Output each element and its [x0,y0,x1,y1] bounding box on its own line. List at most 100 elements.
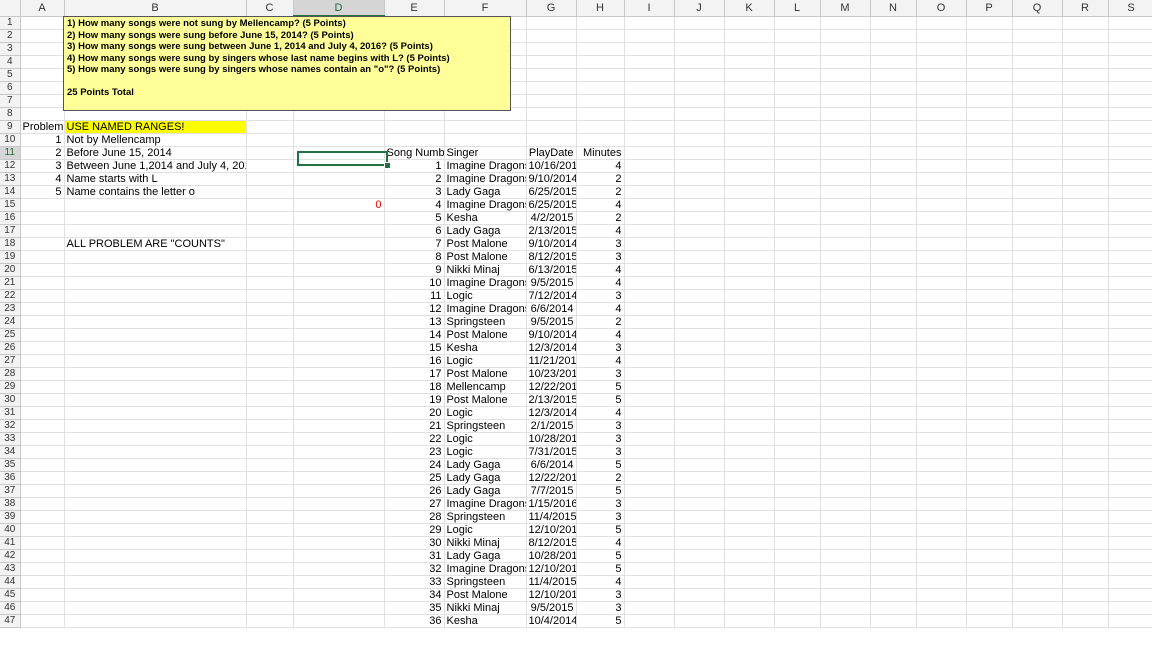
cell[interactable] [674,146,725,160]
column-header-f[interactable]: F [444,0,527,17]
cell[interactable] [916,263,967,277]
cell[interactable] [1062,471,1109,485]
cell[interactable] [966,445,1013,459]
play-date[interactable]: 12/3/2014 [526,341,577,355]
minutes[interactable]: 3 [576,237,625,251]
cell[interactable] [916,133,967,147]
cell[interactable] [1062,549,1109,563]
cell[interactable] [1012,302,1063,316]
cell[interactable] [916,510,967,524]
cell[interactable] [820,510,871,524]
cell[interactable] [916,289,967,303]
cell[interactable] [1062,81,1109,95]
cell[interactable] [1062,575,1109,589]
song-number[interactable]: 1 [384,159,445,173]
cell[interactable] [774,354,821,368]
singer-name[interactable]: Lady Gaga [444,484,527,498]
cell[interactable] [20,250,65,264]
cell[interactable] [724,237,775,251]
problem-number[interactable]: 2 [20,146,65,160]
cell[interactable] [724,120,775,134]
cell[interactable] [916,120,967,134]
cell[interactable] [820,445,871,459]
cell[interactable] [724,185,775,199]
cell[interactable] [916,94,967,108]
cell[interactable] [674,198,725,212]
cell[interactable] [774,484,821,498]
row-header-30[interactable]: 30 [0,393,21,407]
cell[interactable] [966,289,1013,303]
row-header-39[interactable]: 39 [0,510,21,524]
cell[interactable] [1012,510,1063,524]
cell[interactable] [1108,250,1152,264]
cell[interactable] [1012,614,1063,628]
cell[interactable] [774,276,821,290]
cell[interactable] [674,614,725,628]
singer-name[interactable]: Lady Gaga [444,224,527,238]
cell[interactable] [966,536,1013,550]
song-number[interactable]: 24 [384,458,445,472]
cell[interactable] [1108,380,1152,394]
song-number[interactable]: 33 [384,575,445,589]
cell[interactable] [724,354,775,368]
cell[interactable] [966,29,1013,43]
problem-description[interactable]: Between June 1,2014 and July 4, 2016 [64,159,247,173]
cell[interactable] [293,575,385,589]
cell[interactable] [246,315,294,329]
cell[interactable] [966,601,1013,615]
cell[interactable] [576,107,625,121]
cell[interactable] [293,341,385,355]
row-header-45[interactable]: 45 [0,588,21,602]
cell[interactable] [246,120,294,134]
cell[interactable] [966,354,1013,368]
cell[interactable] [820,29,871,43]
song-number[interactable]: 3 [384,185,445,199]
cell[interactable] [1108,328,1152,342]
cell[interactable] [724,471,775,485]
cell[interactable] [916,185,967,199]
singer-name[interactable]: Imagine Dragons [444,497,527,511]
cell[interactable] [916,172,967,186]
cell[interactable] [820,406,871,420]
problem-description[interactable]: Before June 15, 2014 [64,146,247,160]
row-header-38[interactable]: 38 [0,497,21,511]
cell[interactable] [774,328,821,342]
cell[interactable] [870,263,917,277]
cell[interactable] [1012,315,1063,329]
cell[interactable] [246,432,294,446]
cell[interactable] [916,276,967,290]
song-number[interactable]: 5 [384,211,445,225]
song-number[interactable]: 4 [384,198,445,212]
cell[interactable] [20,224,65,238]
cell[interactable] [20,263,65,277]
song-number[interactable]: 8 [384,250,445,264]
cell[interactable] [966,159,1013,173]
cell[interactable] [1108,549,1152,563]
cell[interactable] [1012,224,1063,238]
minutes[interactable]: 5 [576,549,625,563]
header-playdate[interactable]: PlayDate [526,146,577,160]
counts-note[interactable]: ALL PROBLEM ARE "COUNTS" [64,237,247,251]
row-header-31[interactable]: 31 [0,406,21,420]
cell[interactable] [1062,588,1109,602]
cell[interactable] [674,601,725,615]
cell[interactable] [674,588,725,602]
cell[interactable] [724,393,775,407]
cell[interactable] [966,302,1013,316]
cell[interactable] [20,510,65,524]
cell[interactable] [774,523,821,537]
play-date[interactable]: 9/5/2015 [526,276,577,290]
cell[interactable] [820,354,871,368]
minutes[interactable]: 4 [576,159,625,173]
row-header-35[interactable]: 35 [0,458,21,472]
cell[interactable] [774,263,821,277]
cell[interactable] [774,29,821,43]
cell[interactable] [1012,16,1063,30]
cell[interactable] [20,393,65,407]
minutes[interactable]: 2 [576,315,625,329]
cell[interactable] [1012,146,1063,160]
cell[interactable] [293,172,385,186]
cell[interactable] [64,510,247,524]
singer-name[interactable]: Springsteen [444,315,527,329]
song-number[interactable]: 20 [384,406,445,420]
